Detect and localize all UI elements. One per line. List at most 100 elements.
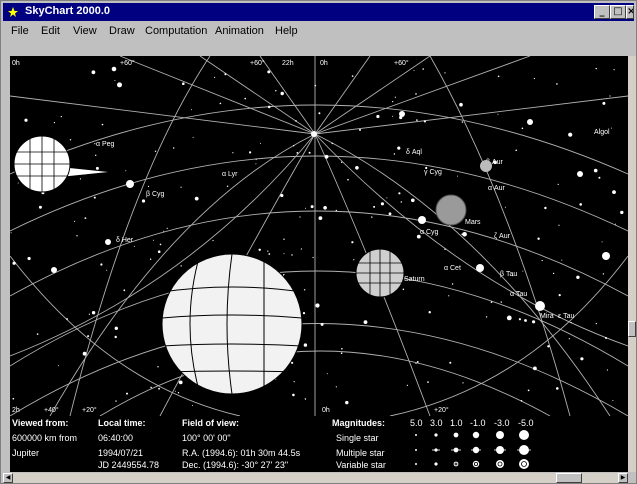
menu-help[interactable]: Help <box>275 25 298 37</box>
star <box>521 127 524 130</box>
star <box>232 152 234 154</box>
bright-star <box>399 111 405 117</box>
sun-planet[interactable] <box>13 135 108 193</box>
magnitude-value: -3.0 <box>494 418 510 428</box>
star <box>53 122 56 124</box>
star <box>27 256 31 261</box>
star <box>292 393 295 397</box>
star <box>249 151 252 154</box>
star <box>500 301 502 303</box>
right-ascension-value: R.A. (1994.6): 01h 30m 44.5s <box>182 448 301 458</box>
star <box>609 95 611 97</box>
star <box>293 381 295 383</box>
scroll-left-arrow-icon[interactable]: ◀ <box>3 473 13 483</box>
menu-view[interactable]: View <box>73 25 97 37</box>
star <box>69 139 72 141</box>
star <box>402 288 405 291</box>
star <box>557 183 559 185</box>
magnitude-value: -1.0 <box>470 418 486 428</box>
star <box>537 237 540 240</box>
jupiter-planet[interactable] <box>161 253 303 395</box>
horizontal-scroll-thumb[interactable] <box>556 473 582 483</box>
viewed-from-distance: 600000 km from <box>12 433 78 443</box>
star <box>192 136 194 138</box>
star <box>178 380 183 385</box>
star <box>351 241 354 244</box>
star <box>302 312 306 315</box>
star <box>461 121 464 123</box>
star <box>515 149 517 152</box>
star <box>415 93 417 95</box>
sky-chart[interactable]: 0h +60° +60° 22h 0h +60° 2h +40° +20° 0h… <box>10 56 628 416</box>
grid-label: +20° <box>434 406 449 414</box>
menu-animation[interactable]: Animation <box>215 25 264 37</box>
star <box>255 163 257 165</box>
star <box>504 206 506 208</box>
title-bar[interactable]: SkyChart 2000.0 _ □ × <box>3 3 634 21</box>
star <box>576 275 580 279</box>
star <box>449 361 452 364</box>
star <box>406 384 408 386</box>
star <box>267 250 269 252</box>
star <box>340 352 343 355</box>
sky-chart-canvas[interactable]: 0h +60° +60° 22h 0h +60° 2h +40° +20° 0h… <box>10 56 628 416</box>
star <box>497 113 499 115</box>
star <box>462 382 464 384</box>
star <box>79 178 81 180</box>
star <box>283 253 285 255</box>
star <box>299 216 301 218</box>
star <box>335 209 337 212</box>
star <box>74 220 76 222</box>
star <box>363 320 368 324</box>
star-label: α Aur <box>488 185 506 192</box>
mars-planet[interactable] <box>435 160 492 226</box>
star <box>556 387 559 390</box>
bright-star <box>535 301 545 311</box>
star <box>318 216 323 221</box>
star <box>314 84 317 87</box>
star <box>296 152 299 154</box>
star <box>114 326 119 330</box>
grid-label: +60° <box>120 59 135 67</box>
window-title: SkyChart 2000.0 <box>25 5 110 17</box>
close-button[interactable]: × <box>626 5 634 19</box>
star <box>258 248 261 251</box>
star <box>444 72 446 74</box>
star <box>400 201 402 203</box>
star <box>106 269 108 271</box>
menu-file[interactable]: File <box>11 25 29 37</box>
grid-label: 0h <box>322 407 330 414</box>
viewed-from-body: Jupiter <box>12 448 40 458</box>
bright-star <box>602 252 610 260</box>
menu-draw[interactable]: Draw <box>109 25 135 37</box>
star <box>393 153 396 155</box>
saturn-planet[interactable] <box>355 248 405 298</box>
star <box>398 192 401 195</box>
horizontal-scrollbar[interactable]: ◀ ▶ <box>3 473 628 483</box>
menu-computation[interactable]: Computation <box>145 25 207 37</box>
maximize-button[interactable]: □ <box>610 5 626 19</box>
menu-edit[interactable]: Edit <box>41 25 60 37</box>
variable-star-symbol <box>472 460 480 468</box>
star <box>595 323 597 325</box>
star <box>351 75 354 77</box>
vertical-scrollbar[interactable] <box>628 56 636 472</box>
star-label: Algol <box>594 129 610 136</box>
scroll-right-arrow-icon[interactable]: ▶ <box>618 473 628 483</box>
vertical-scroll-thumb[interactable] <box>628 321 636 337</box>
star-label: Mira <box>540 313 554 320</box>
star <box>280 91 284 96</box>
star <box>606 369 609 371</box>
star <box>293 145 295 147</box>
star <box>304 398 307 400</box>
star <box>226 185 229 187</box>
star <box>159 243 162 246</box>
star <box>399 115 403 120</box>
star <box>123 289 126 292</box>
star <box>149 258 152 260</box>
star <box>394 96 396 98</box>
star-label: α Cyg <box>420 229 439 236</box>
minimize-button[interactable]: _ <box>594 5 610 19</box>
star <box>497 75 500 78</box>
star <box>312 256 314 259</box>
